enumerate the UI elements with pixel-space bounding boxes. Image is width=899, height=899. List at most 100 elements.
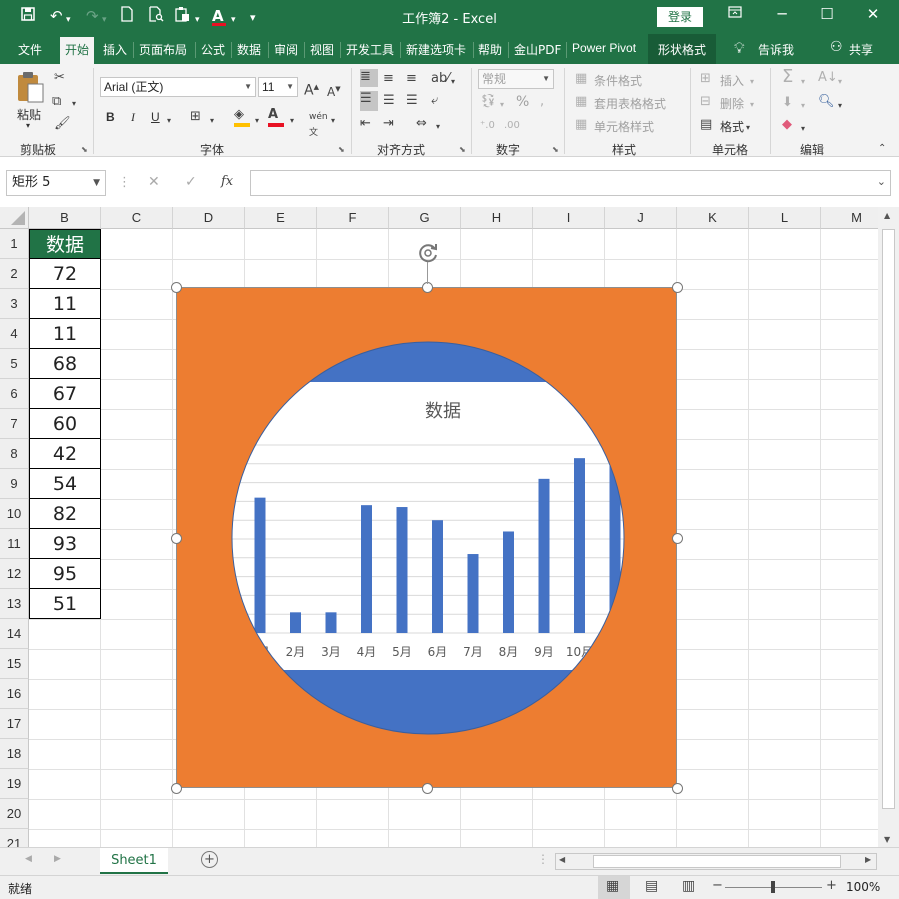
page-break-view-icon[interactable]: ▥ <box>682 878 695 894</box>
row-header[interactable]: 1 <box>0 229 29 259</box>
row-header[interactable]: 11 <box>0 529 29 559</box>
row-header[interactable]: 7 <box>0 409 29 439</box>
underline-dropdown-icon[interactable]: ▾ <box>167 113 171 129</box>
table-header-cell[interactable]: 数据 <box>29 229 101 259</box>
column-header[interactable]: E <box>245 207 317 229</box>
scroll-left-icon[interactable]: ◀ <box>559 855 565 864</box>
rotate-handle-icon[interactable] <box>416 241 440 265</box>
ribbon-display-options-icon[interactable] <box>720 5 750 23</box>
insert-function-icon[interactable]: fx <box>221 174 233 189</box>
borders-icon[interactable]: ⊞ <box>190 109 201 125</box>
table-cell[interactable]: 95 <box>29 559 101 589</box>
normal-view-button[interactable]: ▦ <box>598 876 630 899</box>
borders-dropdown-icon[interactable]: ▾ <box>210 113 214 129</box>
row-header[interactable]: 20 <box>0 799 29 829</box>
name-box[interactable]: 矩形 5 ▼ <box>6 170 106 196</box>
column-header[interactable]: C <box>101 207 173 229</box>
find-dropdown-icon[interactable]: ▾ <box>838 98 842 114</box>
add-sheet-icon[interactable]: + <box>201 851 218 868</box>
tab-split-grip-icon[interactable]: ⋮ <box>537 852 549 866</box>
align-middle-icon[interactable]: ≡ <box>383 71 394 87</box>
table-cell[interactable]: 60 <box>29 409 101 439</box>
clear-dropdown-icon[interactable]: ▾ <box>801 121 805 137</box>
zoom-in-icon[interactable]: + <box>826 878 837 893</box>
page-layout-view-icon[interactable]: ▤ <box>645 878 658 894</box>
table-cell[interactable]: 11 <box>29 289 101 319</box>
font-color-icon[interactable]: A <box>268 107 284 127</box>
prev-sheet-icon[interactable]: ◀ <box>25 854 32 864</box>
font-color-dropdown-icon[interactable]: ▾ <box>290 113 294 129</box>
resize-handle[interactable] <box>672 282 683 293</box>
scrollbar-thumb[interactable] <box>882 229 895 809</box>
share-button[interactable]: 共享 <box>849 41 873 58</box>
increase-font-icon[interactable]: A▲ <box>304 79 319 99</box>
row-header[interactable]: 16 <box>0 679 29 709</box>
tab-insert[interactable]: 插入 <box>103 41 127 58</box>
scroll-up-icon[interactable]: ▲ <box>884 211 890 220</box>
tab-data[interactable]: 数据 <box>237 41 261 58</box>
tab-page-layout[interactable]: 页面布局 <box>139 41 187 58</box>
row-header[interactable]: 2 <box>0 259 29 289</box>
table-cell[interactable]: 67 <box>29 379 101 409</box>
number-format-combo[interactable]: 常规 ▼ <box>478 69 554 89</box>
row-header[interactable]: 3 <box>0 289 29 319</box>
minimize-icon[interactable]: ─ <box>767 5 797 23</box>
wrap-text-icon[interactable]: ⤶ <box>431 93 438 109</box>
close-icon[interactable]: ✕ <box>858 5 888 23</box>
find-select-icon[interactable]: 🔍︎ <box>818 94 835 110</box>
person-icon[interactable]: ⚇ <box>830 39 843 55</box>
resize-handle[interactable] <box>171 282 182 293</box>
column-header[interactable]: K <box>677 207 749 229</box>
lightbulb-icon[interactable]: 💡︎ <box>734 39 745 57</box>
resize-handle[interactable] <box>672 533 683 544</box>
row-header[interactable]: 12 <box>0 559 29 589</box>
zoom-out-icon[interactable]: − <box>712 878 723 893</box>
align-center-icon[interactable]: ☰ <box>383 93 395 109</box>
decrease-font-icon[interactable]: A▼ <box>327 81 341 100</box>
select-all-corner[interactable] <box>0 207 29 229</box>
table-cell[interactable]: 93 <box>29 529 101 559</box>
column-header[interactable]: B <box>29 207 101 229</box>
clipboard-launcher-icon[interactable]: ⬊ <box>81 145 88 154</box>
paste-dropdown-icon[interactable]: ▾ <box>26 121 30 130</box>
row-header[interactable]: 18 <box>0 739 29 769</box>
row-header[interactable]: 13 <box>0 589 29 619</box>
column-header[interactable]: L <box>749 207 821 229</box>
align-top-icon[interactable]: ≣ <box>360 69 378 87</box>
paste-icon[interactable] <box>15 70 45 109</box>
orientation-icon[interactable]: ab⁄ <box>431 71 449 87</box>
horizontal-scrollbar[interactable]: ◀ ▶ <box>555 853 877 870</box>
increase-indent-icon[interactable]: ⇥ <box>383 116 394 132</box>
phonetic-icon[interactable]: wén 文 <box>309 109 328 141</box>
font-name-combo[interactable]: Arial (正文) ▼ <box>100 77 256 97</box>
underline-button[interactable]: U <box>151 110 160 124</box>
row-header[interactable]: 17 <box>0 709 29 739</box>
alignment-launcher-icon[interactable]: ⬊ <box>459 145 466 154</box>
column-header[interactable]: H <box>461 207 533 229</box>
column-header[interactable]: J <box>605 207 677 229</box>
clear-icon[interactable]: ◆ <box>782 117 792 133</box>
format-painter-icon[interactable]: 🖌︎ <box>54 116 71 132</box>
orientation-dropdown-icon[interactable]: ▾ <box>451 74 455 90</box>
resize-handle[interactable] <box>171 533 182 544</box>
tab-new-tab[interactable]: 新建选项卡 <box>406 41 466 58</box>
table-cell[interactable]: 68 <box>29 349 101 379</box>
phonetic-dropdown-icon[interactable]: ▾ <box>331 113 335 129</box>
expand-formula-icon[interactable]: ⌄ <box>877 175 886 188</box>
align-left-icon[interactable]: ☰ <box>360 91 378 111</box>
row-header[interactable]: 21 <box>0 829 29 847</box>
maximize-icon[interactable]: ☐ <box>812 5 842 23</box>
column-header[interactable]: D <box>173 207 245 229</box>
login-button[interactable]: 登录 <box>657 7 703 27</box>
collapse-ribbon-icon[interactable]: ⌃ <box>878 141 886 157</box>
row-header[interactable]: 19 <box>0 769 29 799</box>
format-cells-button[interactable]: 格式 <box>720 118 744 135</box>
formula-input[interactable]: ⌄ <box>250 170 891 196</box>
column-header[interactable]: I <box>533 207 605 229</box>
table-cell[interactable]: 11 <box>29 319 101 349</box>
resize-handle[interactable] <box>422 783 433 794</box>
table-cell[interactable]: 51 <box>29 589 101 619</box>
scrollbar-thumb[interactable] <box>593 855 841 868</box>
fill-color-dropdown-icon[interactable]: ▾ <box>255 113 259 129</box>
column-header[interactable]: G <box>389 207 461 229</box>
